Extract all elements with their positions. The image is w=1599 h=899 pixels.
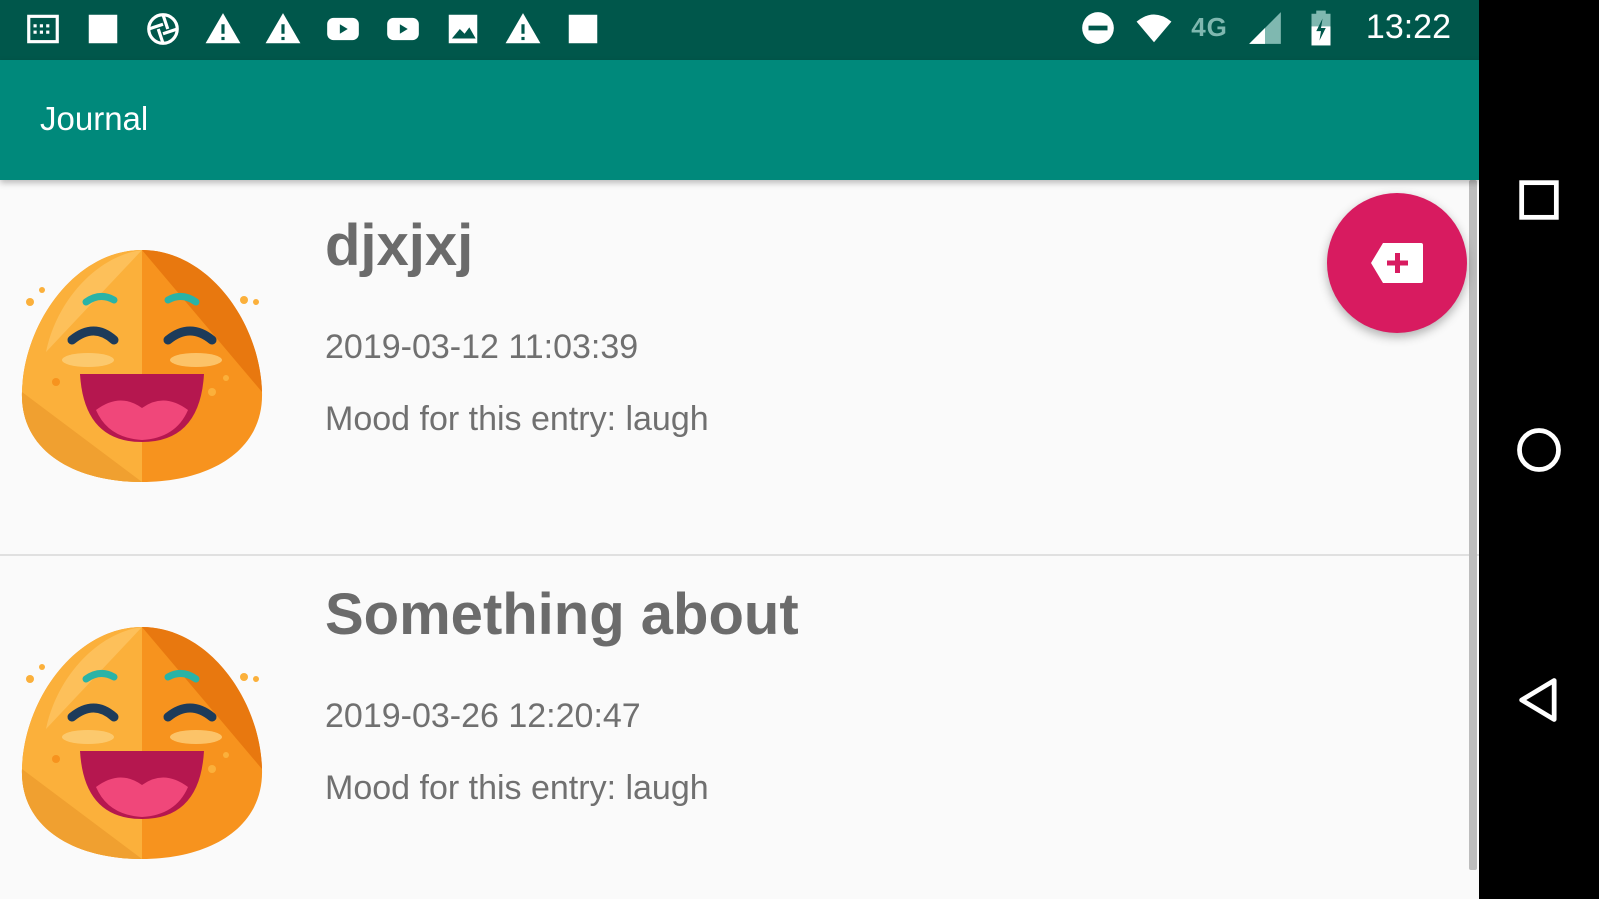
youtube-icon [324, 10, 362, 48]
calendar-icon [24, 10, 62, 48]
system-icons: 4G 13:22 [1079, 8, 1451, 47]
warning-icon [264, 10, 302, 48]
laughing-emoji-icon [21, 627, 263, 859]
recents-icon [1519, 180, 1559, 220]
add-label-icon [1371, 243, 1423, 283]
app-screen: 4G 13:22 Journal djxjxj 2019-03-12 11:03… [0, 0, 1479, 899]
wifi-icon [1135, 9, 1173, 47]
back-button[interactable] [1509, 670, 1569, 730]
home-icon [1517, 428, 1561, 472]
warning-icon [204, 10, 242, 48]
square-icon [84, 10, 122, 48]
back-icon [1519, 678, 1557, 722]
cell-signal-icon [1246, 9, 1284, 47]
network-type-label: 4G [1191, 12, 1228, 42]
list-item[interactable]: Something about 2019-03-26 12:20:47 Mood… [0, 557, 1479, 899]
app-bar: Journal [0, 60, 1479, 180]
home-button[interactable] [1509, 420, 1569, 480]
journal-entry-list[interactable]: djxjxj 2019-03-12 11:03:39 Mood for this… [0, 180, 1479, 899]
entry-title: djxjxj [325, 213, 474, 278]
youtube-icon [384, 10, 422, 48]
recents-button[interactable] [1509, 170, 1569, 230]
status-clock: 13:22 [1365, 8, 1451, 46]
entry-mood: Mood for this entry: laugh [325, 400, 709, 438]
laughing-emoji-icon [21, 250, 263, 482]
notification-icons [24, 10, 602, 48]
add-entry-button[interactable] [1327, 193, 1467, 333]
aperture-icon [144, 10, 182, 48]
status-bar: 4G 13:22 [0, 0, 1479, 60]
entry-mood: Mood for this entry: laugh [325, 769, 709, 807]
list-item[interactable]: djxjxj 2019-03-12 11:03:39 Mood for this… [0, 180, 1479, 556]
navigation-bar [1479, 0, 1599, 899]
warning-icon [504, 10, 542, 48]
image-icon [444, 10, 482, 48]
app-title: Journal [40, 100, 149, 137]
square-icon [564, 10, 602, 48]
entry-date: 2019-03-12 11:03:39 [325, 328, 639, 366]
entry-date: 2019-03-26 12:20:47 [325, 697, 641, 735]
scrollbar[interactable] [1469, 180, 1477, 870]
entry-title: Something about [325, 582, 799, 647]
do-not-disturb-icon [1079, 9, 1117, 47]
battery-charging-icon [1302, 9, 1340, 47]
